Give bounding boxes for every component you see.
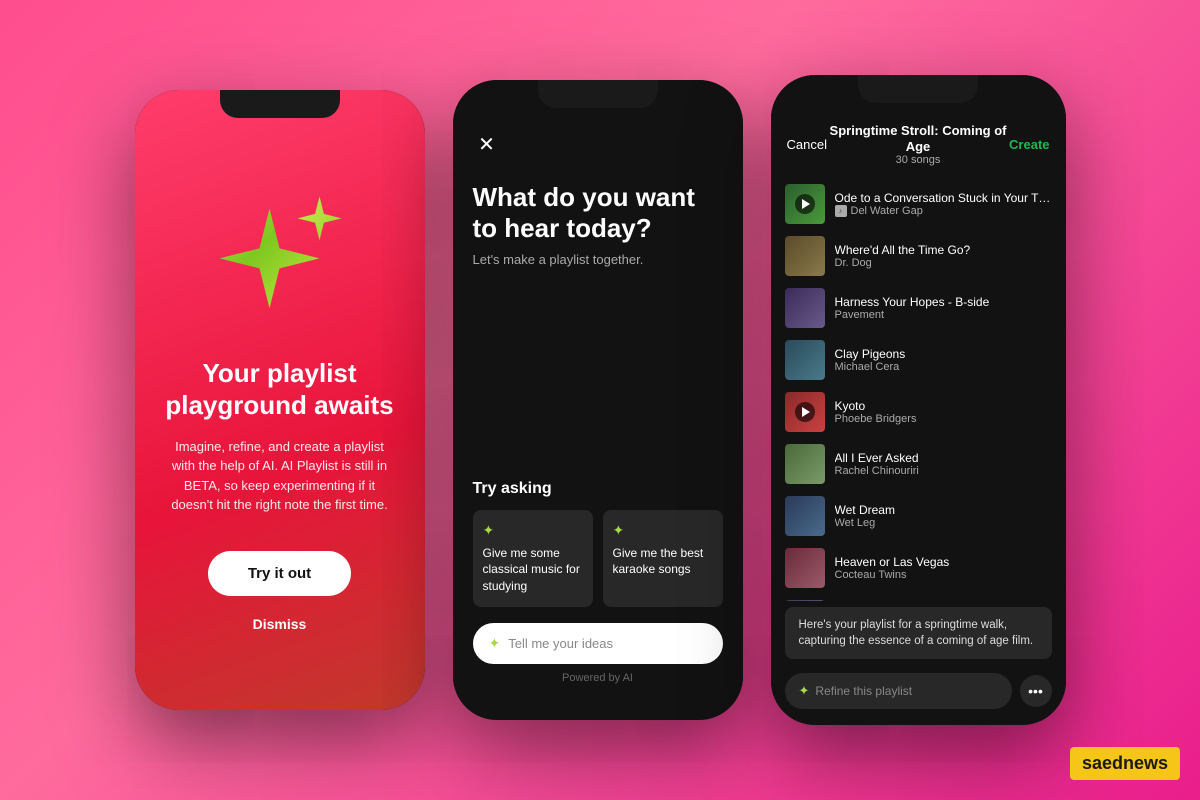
song-info-7: Wet Dream Wet Leg — [835, 503, 1052, 529]
song-artist-4: Michael Cera — [835, 361, 1052, 373]
song-thumbnail-5 — [785, 392, 825, 432]
try-asking-section: Try asking ✦ Give me some classical musi… — [473, 480, 723, 700]
create-button[interactable]: Create — [1009, 137, 1049, 152]
sparkle-container — [210, 188, 350, 328]
input-sparkle-icon: ✦ — [489, 635, 501, 652]
close-button[interactable]: ✕ — [473, 130, 501, 158]
song-title-6: All I Ever Asked — [835, 451, 1052, 465]
powered-by: Powered by AI — [473, 664, 723, 684]
song-artist-5: Phoebe Bridgers — [835, 413, 1052, 425]
ideas-input[interactable]: ✦ Tell me your ideas — [473, 623, 723, 664]
artist-icon-1: ♪ — [835, 205, 847, 217]
songs-list: Ode to a Conversation Stuck in Your Thro… — [771, 174, 1066, 601]
input-placeholder: Tell me your ideas — [508, 636, 613, 651]
song-item: Clay Pigeons Michael Cera — [771, 334, 1066, 386]
song-item: Amoeba Clairo — [771, 594, 1066, 601]
card-sparkle-icon-1: ✦ — [483, 522, 583, 539]
refine-sparkle-icon: ✦ — [799, 683, 810, 699]
suggestion-card-2[interactable]: ✦ Give me the best karaoke songs — [603, 510, 723, 607]
phone-2-content: ✕ What do you want to hear today? Let's … — [453, 80, 743, 720]
song-info-3: Harness Your Hopes - B-side Pavement — [835, 295, 1052, 321]
p3-title-area: Springtime Stroll: Coming of Age 30 song… — [827, 123, 1009, 166]
song-title-7: Wet Dream — [835, 503, 1052, 517]
song-info-1: Ode to a Conversation Stuck in Your Thro… — [835, 191, 1052, 217]
phone-3: Cancel Springtime Stroll: Coming of Age … — [771, 75, 1066, 725]
more-options-button[interactable]: ••• — [1020, 675, 1052, 707]
song-title-2: Where'd All the Time Go? — [835, 243, 1052, 257]
song-title-8: Heaven or Las Vegas — [835, 555, 1052, 569]
try-asking-label: Try asking — [473, 480, 723, 498]
phones-container: Your playlist playground awaits Imagine,… — [115, 55, 1086, 745]
song-item: Heaven or Las Vegas Cocteau Twins — [771, 542, 1066, 594]
p3-footer: ✦ Refine this playlist ••• — [771, 665, 1066, 725]
song-item: Harness Your Hopes - B-side Pavement — [771, 282, 1066, 334]
song-artist-row-1: ♪ Del Water Gap — [835, 205, 1052, 217]
song-thumbnail-3 — [785, 288, 825, 328]
phone-1-content: Your playlist playground awaits Imagine,… — [135, 90, 425, 710]
song-info-8: Heaven or Las Vegas Cocteau Twins — [835, 555, 1052, 581]
song-artist-8: Cocteau Twins — [835, 569, 1052, 581]
song-artist-6: Rachel Chinouriri — [835, 465, 1052, 477]
play-overlay-1 — [795, 194, 815, 214]
suggestion-card-1[interactable]: ✦ Give me some classical music for study… — [473, 510, 593, 607]
song-title-1: Ode to a Conversation Stuck in Your Thro… — [835, 191, 1052, 205]
song-item: Ode to a Conversation Stuck in Your Thro… — [771, 178, 1066, 230]
phone-1-title: Your playlist playground awaits — [165, 358, 395, 420]
card-text-2: Give me the best karaoke songs — [613, 545, 713, 579]
phone-2: ✕ What do you want to hear today? Let's … — [453, 80, 743, 720]
song-artist-3: Pavement — [835, 309, 1052, 321]
phone-3-content: Cancel Springtime Stroll: Coming of Age … — [771, 75, 1066, 725]
song-info-5: Kyoto Phoebe Bridgers — [835, 399, 1052, 425]
song-info-4: Clay Pigeons Michael Cera — [835, 347, 1052, 373]
song-thumbnail-1 — [785, 184, 825, 224]
phone-3-screen: Cancel Springtime Stroll: Coming of Age … — [771, 75, 1066, 725]
refine-placeholder: Refine this playlist — [815, 684, 912, 698]
notch-1 — [220, 90, 340, 118]
card-text-1: Give me some classical music for studyin… — [483, 545, 583, 595]
song-item: Where'd All the Time Go? Dr. Dog — [771, 230, 1066, 282]
song-item: Kyoto Phoebe Bridgers — [771, 386, 1066, 438]
refine-input[interactable]: ✦ Refine this playlist — [785, 673, 1012, 709]
try-it-out-button[interactable]: Try it out — [208, 551, 351, 596]
notch-2 — [538, 80, 658, 108]
phone-1-description: Imagine, refine, and create a playlist w… — [165, 437, 395, 515]
song-item: All I Ever Asked Rachel Chinouriri — [771, 438, 1066, 490]
song-item: Wet Dream Wet Leg — [771, 490, 1066, 542]
song-artist-2: Dr. Dog — [835, 257, 1052, 269]
cancel-button[interactable]: Cancel — [787, 137, 827, 152]
song-info-2: Where'd All the Time Go? Dr. Dog — [835, 243, 1052, 269]
dismiss-button[interactable]: Dismiss — [253, 616, 307, 632]
song-thumbnail-8 — [785, 548, 825, 588]
play-icon-1 — [802, 199, 810, 209]
sparkle-small-icon — [298, 196, 342, 240]
song-title-5: Kyoto — [835, 399, 1052, 413]
song-thumbnail-9 — [785, 600, 825, 601]
notch-3 — [858, 75, 978, 103]
watermark-text: saednews — [1082, 753, 1168, 773]
play-icon-5 — [802, 407, 810, 417]
card-sparkle-icon-2: ✦ — [613, 522, 713, 539]
song-thumbnail-4 — [785, 340, 825, 380]
song-title-4: Clay Pigeons — [835, 347, 1052, 361]
ai-message: Here's your playlist for a springtime wa… — [785, 607, 1052, 659]
p3-song-count: 30 songs — [827, 154, 1009, 166]
song-thumbnail-6 — [785, 444, 825, 484]
song-artist-1: Del Water Gap — [851, 205, 923, 217]
phone-2-screen: ✕ What do you want to hear today? Let's … — [453, 80, 743, 720]
watermark: saednews — [1070, 747, 1180, 780]
phone-2-title: What do you want to hear today? — [473, 182, 723, 244]
play-overlay-5 — [795, 402, 815, 422]
phone-1-screen: Your playlist playground awaits Imagine,… — [135, 90, 425, 710]
suggestion-cards: ✦ Give me some classical music for study… — [473, 510, 723, 607]
song-thumbnail-7 — [785, 496, 825, 536]
phone-1: Your playlist playground awaits Imagine,… — [135, 90, 425, 710]
song-title-3: Harness Your Hopes - B-side — [835, 295, 1052, 309]
p3-playlist-title: Springtime Stroll: Coming of Age — [827, 123, 1009, 154]
phone-2-subtitle: Let's make a playlist together. — [473, 252, 723, 267]
song-artist-7: Wet Leg — [835, 517, 1052, 529]
sparkle-main-icon — [220, 208, 320, 308]
song-thumbnail-2 — [785, 236, 825, 276]
song-info-6: All I Ever Asked Rachel Chinouriri — [835, 451, 1052, 477]
